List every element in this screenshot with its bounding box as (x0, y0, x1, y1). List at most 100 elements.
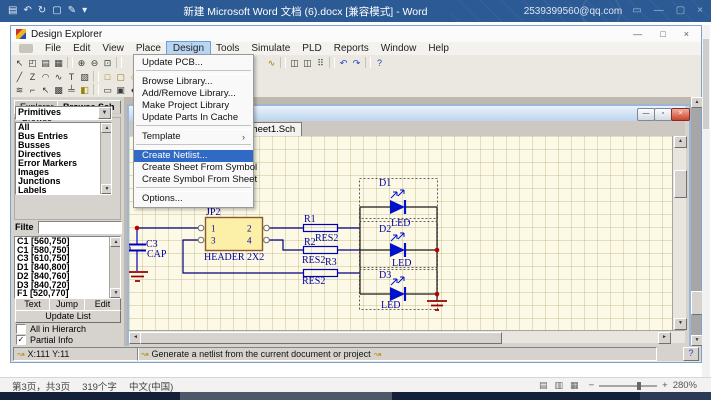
chevron-down-icon[interactable]: ▼ (98, 107, 111, 119)
scroll-down-icon[interactable]: ▼ (101, 184, 112, 194)
round-rect-tool-icon[interactable]: ▢ (114, 71, 127, 83)
redo-icon[interactable]: ↷ (350, 57, 363, 69)
led-2-ref[interactable]: D2 (379, 224, 391, 235)
menu-item[interactable] (136, 70, 251, 75)
zoom-in-icon[interactable]: + (662, 380, 668, 391)
resistor-3-type[interactable]: RES2 (302, 276, 325, 287)
menu-item[interactable] (136, 125, 251, 130)
canvas-horizontal-scrollbar[interactable]: ◄ ► (129, 330, 685, 343)
zoom-in-icon[interactable]: ⊕ (75, 57, 88, 69)
paste-array-tool-icon[interactable]: ▣ (114, 84, 127, 96)
toolbar-icon[interactable] (329, 57, 335, 68)
undo-icon[interactable]: ↶ (337, 57, 350, 69)
toolbar-icon[interactable] (365, 57, 371, 68)
menu-item[interactable]: Update PCB... (134, 57, 253, 69)
page-indicator[interactable]: 第3页，共3页 (12, 379, 70, 393)
menubar-item[interactable]: Window (375, 42, 423, 55)
led-3-type[interactable]: LED (381, 300, 400, 311)
image-tool-icon[interactable]: ▨ (78, 71, 91, 83)
menubar-item[interactable]: PLD (296, 42, 327, 55)
new-doc-icon[interactable]: ▢ (52, 0, 61, 22)
scroll-up-icon[interactable]: ▲ (101, 123, 112, 133)
filter-input[interactable] (38, 221, 122, 234)
minimize-icon[interactable]: — (633, 26, 642, 42)
sine-tool-icon[interactable]: ∿ (52, 71, 65, 83)
save-icon[interactable]: ▤ (8, 0, 17, 22)
all-in-hierarchy-checkbox[interactable] (16, 324, 26, 334)
menu-item[interactable]: Update Parts In Cache (134, 112, 253, 124)
menubar-item[interactable]: Help (422, 42, 455, 55)
arc-tool-icon[interactable]: ◠ (39, 71, 52, 83)
menu-item[interactable]: Template › (134, 131, 253, 143)
word-scrollbar[interactable] (702, 25, 710, 377)
text-tool-icon[interactable]: T (65, 71, 78, 83)
maximize-icon[interactable]: ▢ (676, 0, 685, 22)
connector-ref[interactable]: JP2 (206, 207, 220, 218)
scroll-up-icon[interactable]: ▲ (110, 237, 121, 247)
ribbon-display-icon[interactable]: ▭ (632, 0, 641, 22)
help-icon[interactable]: ? (373, 57, 386, 69)
menubar-item[interactable]: Reports (328, 42, 375, 55)
update-list-button[interactable]: Update List (15, 310, 121, 323)
components-scrollbar[interactable]: ▲ ▼ (109, 237, 120, 298)
scrollbar-thumb[interactable] (674, 170, 687, 198)
bus-tool-icon[interactable]: ⌐ (26, 84, 39, 96)
resistor-1-ref[interactable]: R1 (304, 214, 316, 225)
primitives-scrollbar[interactable]: ▲ ▼ (100, 123, 111, 194)
led-3-ref[interactable]: D3 (379, 270, 391, 281)
menu-item[interactable]: Add/Remove Library... (134, 88, 253, 100)
toolbar-icon[interactable] (67, 57, 73, 68)
close-icon[interactable]: × (697, 0, 703, 22)
scroll-right-icon[interactable]: ► (658, 332, 671, 344)
scrollbar-thumb[interactable] (140, 332, 502, 344)
resistor-2-type[interactable]: RES2 (302, 255, 325, 266)
menu-item[interactable]: Make Project Library (134, 100, 253, 112)
array-tool-icon[interactable]: ▭ (101, 84, 114, 96)
zoom-out-icon[interactable]: ⊖ (88, 57, 101, 69)
connector-type[interactable]: HEADER 2X2 (204, 252, 264, 263)
line-tool-icon[interactable]: ╱ (13, 71, 26, 83)
workspace-vertical-scrollbar[interactable]: ▲ ▼ (691, 97, 701, 346)
open-icon[interactable]: ◰ (26, 57, 39, 69)
library-list-icon[interactable]: ◫ (301, 57, 314, 69)
menubar-item[interactable]: View (96, 42, 130, 55)
close-icon[interactable]: × (684, 26, 689, 42)
primitives-list-item[interactable]: Labels (17, 186, 101, 194)
netlist-icon[interactable]: ⠿ (314, 57, 327, 69)
save-icon[interactable]: ▤ (39, 57, 52, 69)
canvas-vertical-scrollbar[interactable]: ▲ ▼ (672, 136, 686, 330)
toolbar-icon[interactable] (280, 57, 286, 68)
word-account[interactable]: 2539399560@qq.com (524, 6, 623, 17)
pen-icon[interactable]: ✎ (68, 0, 76, 22)
resistor-2-ref[interactable]: R2 (304, 237, 316, 248)
part-tool-icon[interactable]: ◧ (78, 84, 91, 96)
restore-icon[interactable]: ▫ (654, 108, 672, 121)
web-layout-icon[interactable]: ▦ (570, 380, 579, 391)
menu-item[interactable]: Create Netlist... (134, 150, 253, 162)
sheet-symbol-tool-icon[interactable]: ▩ (52, 84, 65, 96)
read-mode-icon[interactable]: ▤ (539, 380, 548, 391)
print-icon[interactable]: ▦ (52, 57, 65, 69)
scrollbar-thumb[interactable] (703, 39, 709, 129)
resistor-1-type[interactable]: RES2 (315, 233, 338, 244)
word-count[interactable]: 319个字 (82, 379, 117, 393)
zoom-slider-thumb[interactable] (637, 382, 641, 390)
taskbar[interactable] (0, 392, 711, 400)
resistor-3-ref[interactable]: R3 (325, 257, 337, 268)
toolbar-icon[interactable] (116, 57, 122, 68)
menu-item[interactable]: Browse Library... (134, 76, 253, 88)
minimize-icon[interactable]: — (654, 0, 664, 22)
menu-item[interactable]: Options... (134, 193, 253, 205)
probe-tool-icon[interactable]: ↖ (39, 84, 52, 96)
led-1-ref[interactable]: D1 (379, 178, 391, 189)
menu-item[interactable] (136, 144, 251, 149)
toolbar-icon[interactable] (93, 71, 99, 82)
redo-icon[interactable]: ↻ (38, 0, 46, 22)
scroll-down-icon[interactable]: ▼ (674, 318, 687, 330)
partial-info-checkbox[interactable]: ✓ (16, 335, 26, 345)
polyline-tool-icon[interactable]: Z (26, 71, 39, 83)
help-icon[interactable]: ? (683, 347, 699, 361)
menu-item[interactable] (136, 187, 251, 192)
power-port-tool-icon[interactable]: ╧ (65, 84, 78, 96)
pointer-icon[interactable]: ↖ (13, 57, 26, 69)
